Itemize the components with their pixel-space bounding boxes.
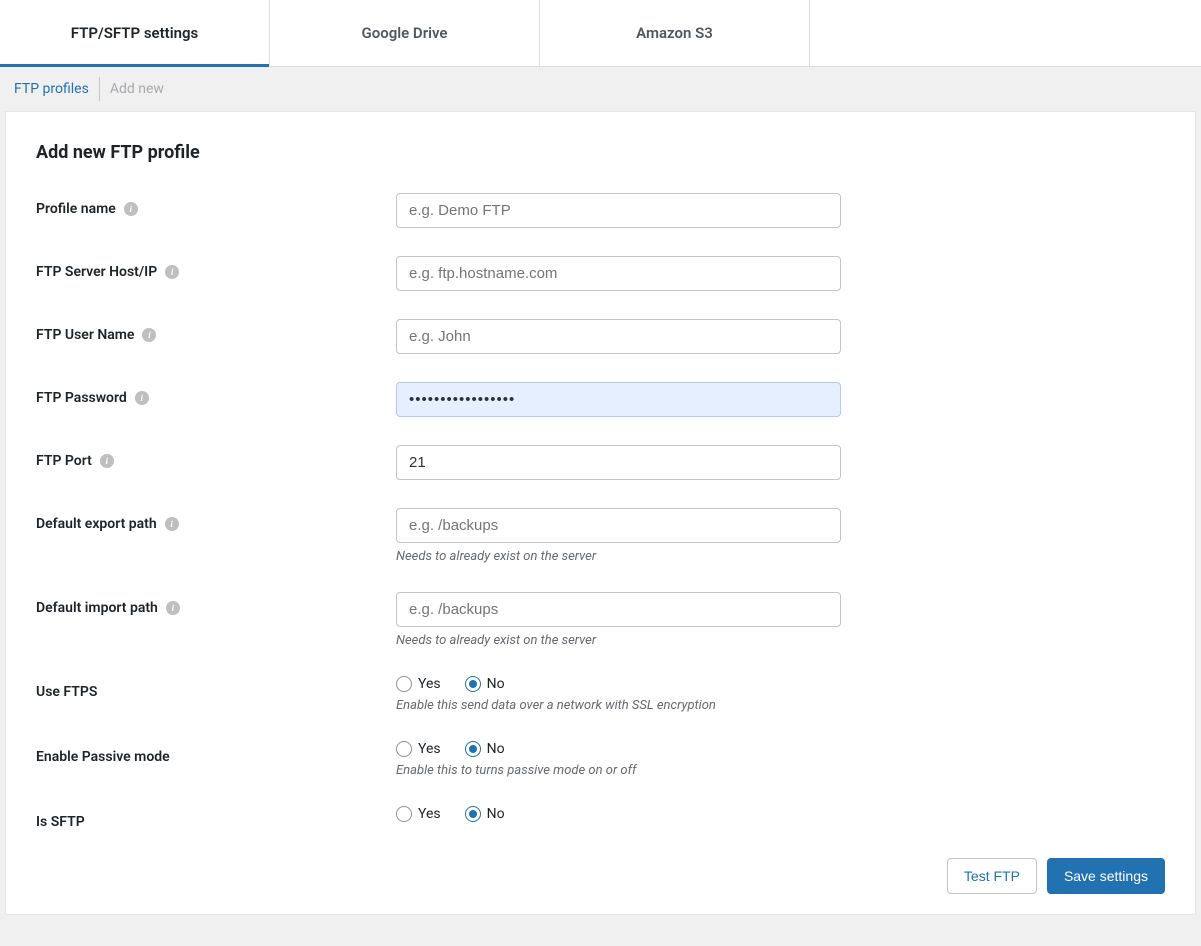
radio-label: Yes [418,676,441,692]
info-icon[interactable]: i [124,202,138,216]
panel-title: Add new FTP profile [36,142,1165,163]
passive-help: Enable this to turns passive mode on or … [396,763,841,778]
row-is-sftp: Is SFTP Yes No [36,806,1165,830]
row-import-path: Default import path i Needs to already e… [36,592,1165,648]
label-password: FTP Password [36,390,127,406]
radio-icon [465,806,481,822]
radio-label: No [487,741,505,757]
subtab-ftp-profiles[interactable]: FTP profiles [4,77,100,101]
info-icon[interactable]: i [100,454,114,468]
tab-ftp-sftp[interactable]: FTP/SFTP settings [0,0,270,66]
import-path-help: Needs to already exist on the server [396,633,841,648]
label-profile-name: Profile name [36,201,116,217]
radio-icon [465,741,481,757]
sftp-no[interactable]: No [465,806,505,822]
radio-icon [396,806,412,822]
export-path-help: Needs to already exist on the server [396,549,841,564]
radio-label: No [487,806,505,822]
passive-no[interactable]: No [465,741,505,757]
info-icon[interactable]: i [142,328,156,342]
info-icon[interactable]: i [165,265,179,279]
export-path-input[interactable] [396,508,841,543]
user-input[interactable] [396,319,841,354]
password-input[interactable] [396,382,841,417]
label-is-sftp: Is SFTP [36,814,85,830]
label-import-path: Default import path [36,600,158,616]
info-icon[interactable]: i [135,391,149,405]
radio-icon [396,676,412,692]
row-export-path: Default export path i Needs to already e… [36,508,1165,564]
subtab-add-new: Add new [100,77,174,101]
ftps-help: Enable this send data over a network wit… [396,698,841,713]
row-password: FTP Password i [36,382,1165,417]
label-port: FTP Port [36,453,92,469]
label-passive: Enable Passive mode [36,749,170,765]
label-user: FTP User Name [36,327,134,343]
ftps-yes[interactable]: Yes [396,676,441,692]
row-host: FTP Server Host/IP i [36,256,1165,291]
profile-name-input[interactable] [396,193,841,228]
radio-icon [465,676,481,692]
label-host: FTP Server Host/IP [36,264,157,280]
tab-google-drive[interactable]: Google Drive [270,0,540,66]
info-icon[interactable]: i [165,517,179,531]
label-export-path: Default export path [36,516,157,532]
passive-yes[interactable]: Yes [396,741,441,757]
radio-label: No [487,676,505,692]
info-icon[interactable]: i [166,601,180,615]
row-port: FTP Port i [36,445,1165,480]
row-profile-name: Profile name i [36,193,1165,228]
save-settings-button[interactable]: Save settings [1047,858,1165,894]
tab-amazon-s3[interactable]: Amazon S3 [540,0,810,66]
radio-label: Yes [418,806,441,822]
ftp-profile-panel: Add new FTP profile Profile name i FTP S… [5,111,1196,915]
test-ftp-button[interactable]: Test FTP [947,858,1037,894]
tabs-primary: FTP/SFTP settings Google Drive Amazon S3 [0,0,1201,67]
row-user: FTP User Name i [36,319,1165,354]
row-use-ftps: Use FTPS Yes No Enable this send data ov… [36,676,1165,713]
radio-icon [396,741,412,757]
host-input[interactable] [396,256,841,291]
ftps-no[interactable]: No [465,676,505,692]
label-use-ftps: Use FTPS [36,684,97,700]
import-path-input[interactable] [396,592,841,627]
row-passive: Enable Passive mode Yes No Enable this t… [36,741,1165,778]
tabs-secondary: FTP profiles Add new [0,67,1201,111]
sftp-yes[interactable]: Yes [396,806,441,822]
port-input[interactable] [396,445,841,480]
radio-label: Yes [418,741,441,757]
footer-buttons: Test FTP Save settings [36,858,1165,894]
